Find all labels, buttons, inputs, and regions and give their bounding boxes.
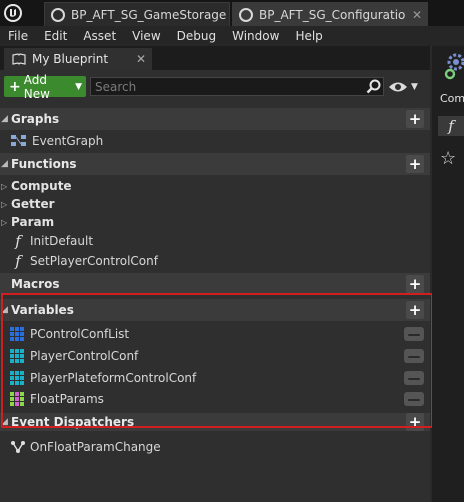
section-macros[interactable]: Macros +: [0, 273, 430, 295]
section-label: Graphs: [11, 112, 60, 126]
function-icon: f: [448, 117, 454, 135]
search-input[interactable]: [95, 79, 365, 94]
function-tab[interactable]: f: [438, 116, 464, 136]
compile-button-label[interactable]: Com: [440, 92, 464, 105]
right-panel: [432, 46, 464, 502]
function-icon: f: [15, 232, 21, 250]
category-label: Compute: [11, 179, 72, 193]
close-icon[interactable]: ✕: [136, 52, 152, 66]
add-macro-button[interactable]: +: [406, 275, 424, 293]
add-new-label: Add New: [23, 72, 50, 101]
panel-tab-label: My Blueprint: [32, 52, 109, 66]
blueprint-book-icon: [12, 53, 26, 65]
star-icon[interactable]: ☆: [440, 148, 460, 169]
function-name: InitDefault: [30, 234, 94, 248]
dispatcher-name: OnFloatParamChange: [30, 440, 161, 454]
add-new-button[interactable]: + Add New ▼: [4, 73, 86, 101]
category-label: Param: [11, 215, 55, 229]
menu-file[interactable]: File: [0, 26, 36, 46]
section-functions[interactable]: ◢ Functions +: [0, 153, 430, 175]
collapse-arrow-icon: ◢: [1, 159, 8, 169]
view-options-button[interactable]: ▼: [388, 78, 424, 96]
expand-arrow-icon: ▷: [1, 199, 8, 209]
highlight-box: [1, 293, 433, 428]
section-graphs[interactable]: ◢ Graphs +: [0, 108, 430, 130]
section-label: Functions: [11, 157, 77, 171]
plus-icon: +: [9, 78, 21, 95]
unreal-logo-icon[interactable]: [0, 0, 26, 26]
collapse-arrow-icon: ◢: [1, 114, 8, 124]
eye-icon: [389, 82, 407, 92]
list-item-initdefault[interactable]: f InitDefault: [0, 231, 430, 251]
function-icon: f: [15, 252, 21, 270]
chevron-down-icon: ▼: [75, 81, 82, 92]
search-icon[interactable]: [366, 79, 382, 95]
category-param[interactable]: ▷ Param: [0, 212, 430, 232]
expand-arrow-icon: ▷: [1, 181, 8, 191]
search-box[interactable]: [90, 77, 384, 96]
tab-configuration[interactable]: BP_AFT_SG_Configuration ✕: [232, 2, 428, 26]
function-name: SetPlayerControlConf: [30, 254, 158, 268]
category-getter[interactable]: ▷ Getter: [0, 194, 430, 214]
tab-game-storage[interactable]: BP_AFT_SG_GameStorage: [44, 2, 230, 26]
chevron-down-icon: ▼: [411, 82, 418, 92]
gear-icon[interactable]: [444, 52, 464, 80]
graph-name: EventGraph: [32, 134, 104, 148]
tab-label: BP_AFT_SG_Configuration: [259, 7, 406, 22]
blueprint-icon: [51, 7, 65, 22]
menu-edit[interactable]: Edit: [36, 26, 75, 46]
list-item-setplayercontrolconf[interactable]: f SetPlayerControlConf: [0, 251, 430, 271]
list-item-eventgraph[interactable]: EventGraph: [0, 131, 430, 151]
blueprint-icon: [239, 7, 253, 22]
close-icon[interactable]: ✕: [412, 8, 427, 22]
section-label: Macros: [11, 277, 60, 291]
add-graph-button[interactable]: +: [406, 110, 424, 128]
menu-bar: File Edit Asset View Debug Window Help: [0, 26, 464, 46]
menu-debug[interactable]: Debug: [169, 26, 224, 46]
my-blueprint-tab[interactable]: My Blueprint ✕: [4, 48, 152, 70]
list-item-onfloatparamchange[interactable]: OnFloatParamChange: [0, 437, 430, 457]
add-function-button[interactable]: +: [406, 155, 424, 173]
menu-help[interactable]: Help: [287, 26, 330, 46]
menu-window[interactable]: Window: [224, 26, 287, 46]
tab-label: BP_AFT_SG_GameStorage: [71, 7, 227, 22]
menu-asset[interactable]: Asset: [75, 26, 124, 46]
category-compute[interactable]: ▷ Compute: [0, 176, 430, 196]
expand-arrow-icon: ▷: [1, 217, 8, 227]
menu-view[interactable]: View: [124, 26, 168, 46]
category-label: Getter: [11, 197, 55, 211]
event-graph-icon: [11, 135, 26, 146]
event-dispatcher-icon: [11, 441, 25, 453]
